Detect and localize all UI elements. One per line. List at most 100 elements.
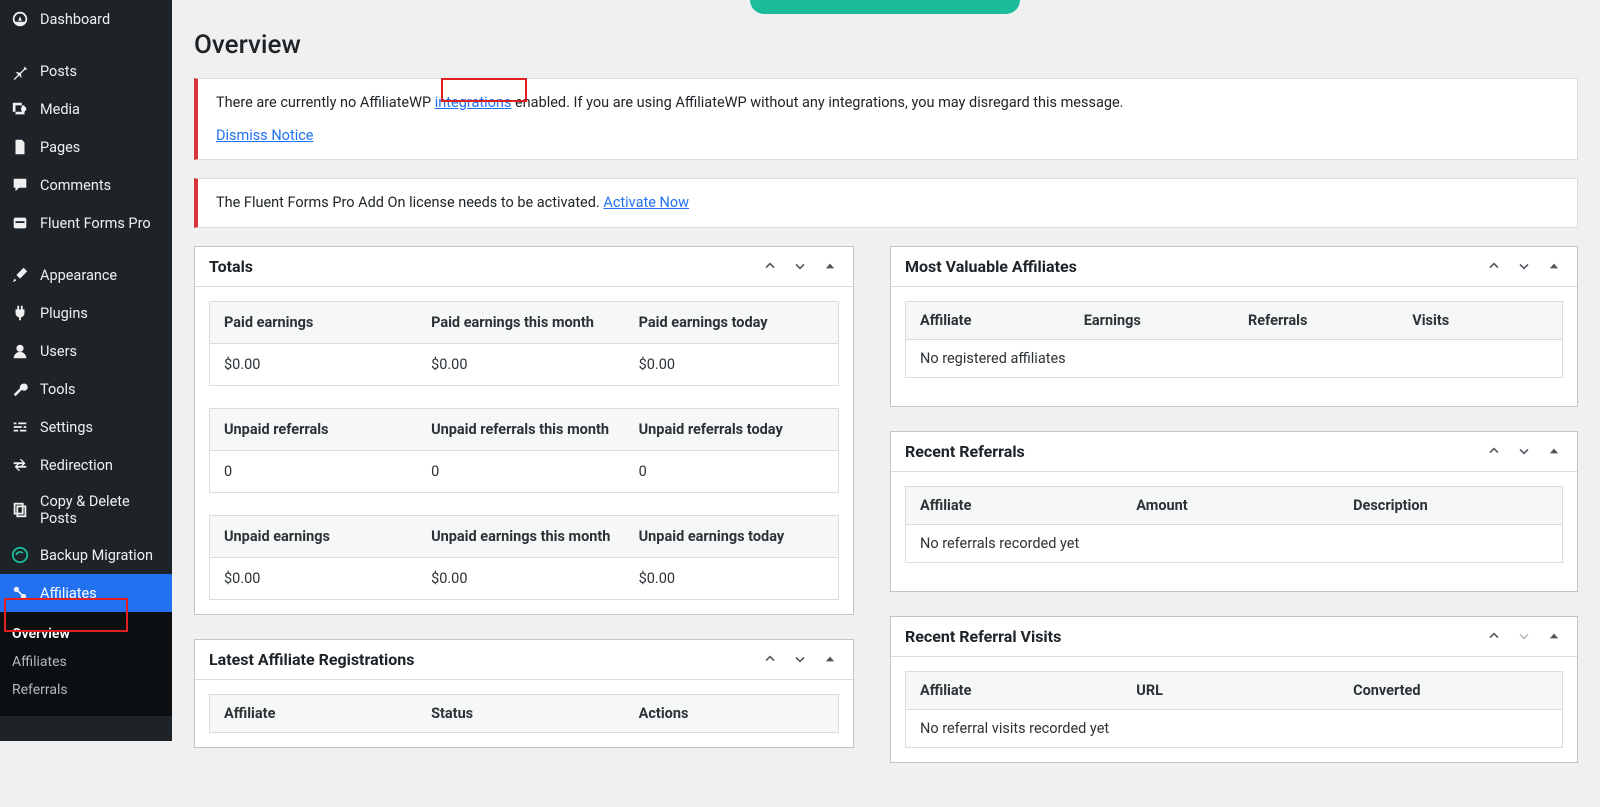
sidebar-item-pages[interactable]: Pages <box>0 128 172 166</box>
move-down-icon[interactable] <box>1515 257 1533 275</box>
th-affiliate: Affiliate <box>906 671 1123 709</box>
dismiss-notice-link[interactable]: Dismiss Notice <box>216 127 314 144</box>
sidebar-item-label: Copy & Delete Posts <box>40 493 162 527</box>
th-visits: Visits <box>1398 301 1562 339</box>
sidebar-item-label: Comments <box>40 177 111 194</box>
toggle-panel-icon[interactable] <box>1545 257 1563 275</box>
cell-value: $0.00 <box>210 343 418 385</box>
recent-referrals-table: Affiliate Amount Description No referral… <box>905 486 1563 563</box>
th-unpaid-earnings-month: Unpaid earnings this month <box>417 515 625 557</box>
wrench-icon <box>10 379 30 399</box>
submenu-item-referrals[interactable]: Referrals <box>0 676 172 704</box>
toggle-panel-icon[interactable] <box>1545 442 1563 460</box>
th-earnings: Earnings <box>1070 301 1234 339</box>
sidebar-item-media[interactable]: Media <box>0 90 172 128</box>
cell-value: 0 <box>417 450 625 492</box>
sidebar-item-posts[interactable]: Posts <box>0 52 172 90</box>
th-affiliate: Affiliate <box>210 694 418 732</box>
toggle-panel-icon[interactable] <box>821 257 839 275</box>
panel-title: Recent Referral Visits <box>905 627 1061 646</box>
media-icon <box>10 99 30 119</box>
recent-visits-table: Affiliate URL Converted No referral visi… <box>905 671 1563 748</box>
th-unpaid-referrals-today: Unpaid referrals today <box>625 408 839 450</box>
empty-message: No registered affiliates <box>906 339 1563 377</box>
notice-affiliatewp-integrations: There are currently no AffiliateWP integ… <box>194 78 1578 160</box>
sidebar-item-label: Users <box>40 343 77 360</box>
sidebar-item-settings[interactable]: Settings <box>0 408 172 446</box>
notice-fluent-forms-license: The Fluent Forms Pro Add On license need… <box>194 178 1578 227</box>
panel-most-valuable-affiliates: Most Valuable Affiliates Affiliate Earni… <box>890 246 1578 407</box>
page-icon <box>10 137 30 157</box>
sidebar-item-dashboard[interactable]: Dashboard <box>0 0 172 38</box>
sidebar-item-copy-delete-posts[interactable]: Copy & Delete Posts <box>0 484 172 536</box>
th-affiliate: Affiliate <box>906 301 1070 339</box>
move-up-icon[interactable] <box>1485 627 1503 645</box>
plug-icon <box>10 303 30 323</box>
th-actions: Actions <box>625 694 839 732</box>
move-up-icon[interactable] <box>761 257 779 275</box>
paid-earnings-table: Paid earnings Paid earnings this month P… <box>209 301 839 386</box>
dashboard-icon <box>10 9 30 29</box>
affiliates-submenu: Overview Affiliates Referrals <box>0 612 172 716</box>
sidebar-item-plugins[interactable]: Plugins <box>0 294 172 332</box>
move-up-icon[interactable] <box>1485 442 1503 460</box>
sidebar-item-users[interactable]: Users <box>0 332 172 370</box>
toggle-panel-icon[interactable] <box>1545 627 1563 645</box>
cell-value: 0 <box>625 450 839 492</box>
user-icon <box>10 341 30 361</box>
table-row: No referral visits recorded yet <box>906 709 1563 747</box>
integrations-link[interactable]: integrations <box>435 94 512 111</box>
backup-icon <box>10 545 30 565</box>
activate-now-link[interactable]: Activate Now <box>603 194 689 211</box>
panel-latest-registrations: Latest Affiliate Registrations Affiliate… <box>194 639 854 748</box>
th-description: Description <box>1339 486 1562 524</box>
page-title: Overview <box>194 30 1578 60</box>
th-paid-earnings: Paid earnings <box>210 301 418 343</box>
move-down-icon[interactable] <box>791 650 809 668</box>
cell-value: 0 <box>210 450 418 492</box>
th-amount: Amount <box>1122 486 1339 524</box>
affiliates-icon <box>10 583 30 603</box>
th-unpaid-earnings-today: Unpaid earnings today <box>625 515 839 557</box>
th-unpaid-earnings: Unpaid earnings <box>210 515 418 557</box>
unpaid-referrals-table: Unpaid referrals Unpaid referrals this m… <box>209 408 839 493</box>
sidebar-item-fluent-forms-pro[interactable]: Fluent Forms Pro <box>0 204 172 242</box>
panel-title: Most Valuable Affiliates <box>905 257 1077 276</box>
sidebar-item-comments[interactable]: Comments <box>0 166 172 204</box>
sidebar-item-label: Affiliates <box>40 585 97 602</box>
brush-icon <box>10 265 30 285</box>
sidebar-item-label: Tools <box>40 381 76 398</box>
table-row: $0.00 $0.00 $0.00 <box>210 343 839 385</box>
sidebar-item-backup-migration[interactable]: Backup Migration <box>0 536 172 574</box>
th-referrals: Referrals <box>1234 301 1398 339</box>
empty-message: No referrals recorded yet <box>906 524 1563 562</box>
submenu-item-overview[interactable]: Overview <box>0 620 172 648</box>
move-down-icon[interactable] <box>791 257 809 275</box>
th-unpaid-referrals-month: Unpaid referrals this month <box>417 408 625 450</box>
sidebar-item-label: Posts <box>40 63 77 80</box>
sliders-icon <box>10 417 30 437</box>
notice-text: There are currently no AffiliateWP integ… <box>216 91 1559 114</box>
th-url: URL <box>1122 671 1339 709</box>
notice-suffix: enabled. If you are using AffiliateWP wi… <box>511 94 1123 111</box>
panel-totals: Totals Paid earnings Paid earnings this … <box>194 246 854 615</box>
sidebar-item-label: Fluent Forms Pro <box>40 215 151 232</box>
sidebar-item-label: Media <box>40 101 80 118</box>
sidebar-item-redirection[interactable]: Redirection <box>0 446 172 484</box>
sidebar-item-tools[interactable]: Tools <box>0 370 172 408</box>
redirect-icon <box>10 455 30 475</box>
cell-value: $0.00 <box>210 557 418 599</box>
sidebar-item-appearance[interactable]: Appearance <box>0 256 172 294</box>
move-down-icon[interactable] <box>1515 442 1533 460</box>
sidebar-item-affiliates[interactable]: Affiliates <box>0 574 172 612</box>
panel-title: Recent Referrals <box>905 442 1025 461</box>
notice-ff-text: The Fluent Forms Pro Add On license need… <box>216 194 603 211</box>
cell-value: $0.00 <box>417 343 625 385</box>
table-row: 0 0 0 <box>210 450 839 492</box>
move-up-icon[interactable] <box>761 650 779 668</box>
toggle-panel-icon[interactable] <box>821 650 839 668</box>
move-up-icon[interactable] <box>1485 257 1503 275</box>
submenu-item-affiliates[interactable]: Affiliates <box>0 648 172 676</box>
move-down-icon[interactable] <box>1515 627 1533 645</box>
admin-sidebar: Dashboard Posts Media Pages Comments Flu… <box>0 0 172 741</box>
